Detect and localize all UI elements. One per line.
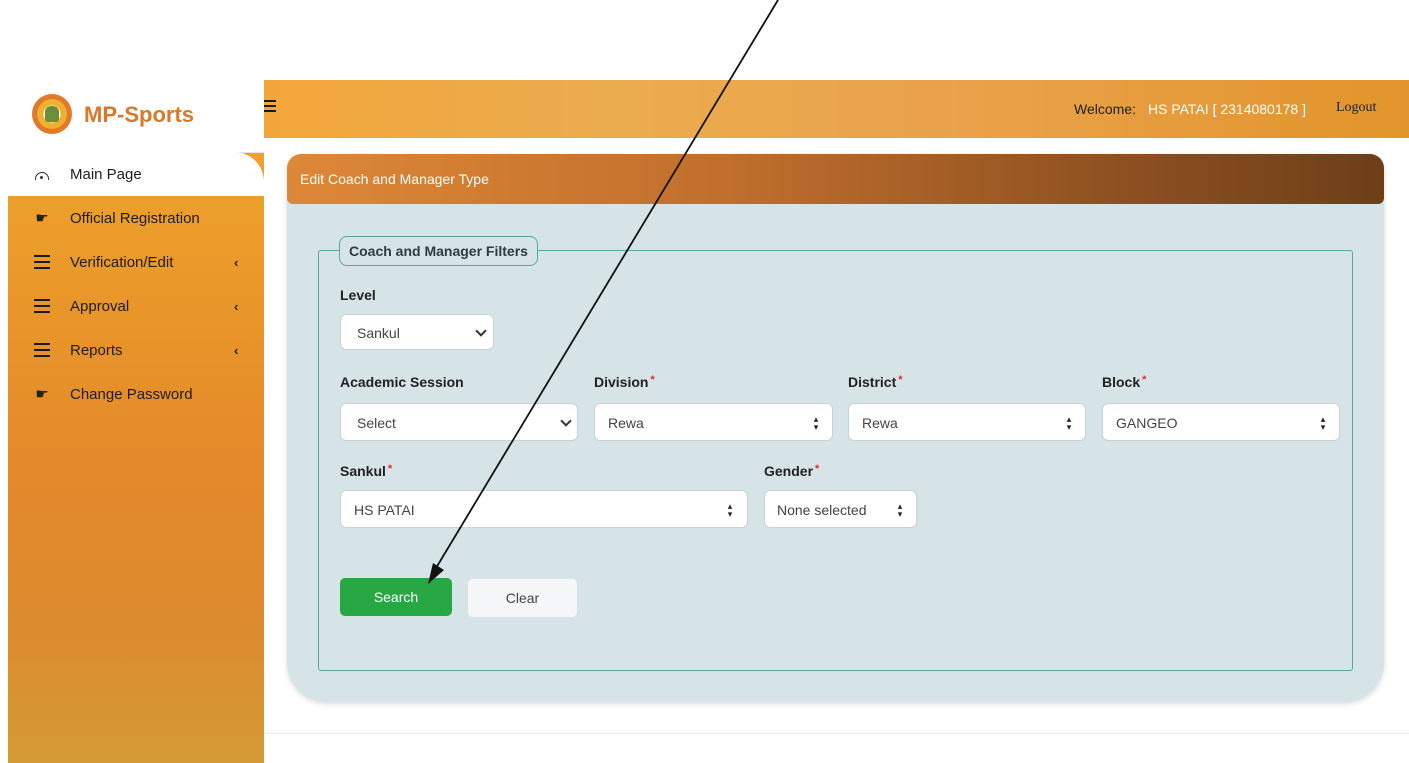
- level-label: Level: [340, 287, 376, 303]
- pointing-hand-icon: ☛: [35, 386, 49, 403]
- sankul-value: HS PATAI: [354, 502, 415, 518]
- sidebar: MP-Sports Main Page ☛ Official Registrat…: [8, 80, 264, 763]
- level-value: Sankul: [357, 325, 400, 341]
- sankul-label: Sankul *: [340, 463, 393, 479]
- logout-link[interactable]: Logout: [1336, 100, 1376, 116]
- block-select[interactable]: GANGEO ▴ ▾: [1102, 403, 1340, 441]
- sankul-select[interactable]: HS PATAI ▴ ▾: [340, 490, 748, 528]
- level-select[interactable]: Sankul: [340, 314, 494, 350]
- block-label: Block *: [1102, 374, 1147, 390]
- pointing-hand-icon: ☛: [35, 210, 49, 227]
- footer-divider: [264, 733, 1409, 734]
- sidebar-item-official-registration[interactable]: ☛ Official Registration: [8, 196, 264, 240]
- sidebar-item-label: Change Password: [70, 385, 193, 403]
- chevron-left-icon: ‹: [234, 342, 239, 358]
- sidebar-item-label: Official Registration: [70, 209, 200, 227]
- updown-arrow-icon: ▴ ▾: [727, 501, 733, 519]
- sidebar-item-label: Reports: [70, 341, 123, 359]
- page-title: Edit Coach and Manager Type: [300, 171, 489, 187]
- sidebar-item-approval[interactable]: Approval ‹: [8, 284, 264, 328]
- sidebar-item-change-password[interactable]: ☛ Change Password: [8, 372, 264, 416]
- gender-value: None selected: [777, 502, 867, 518]
- sidebar-item-verification-edit[interactable]: Verification/Edit ‹: [8, 240, 264, 284]
- menu-toggle-icon[interactable]: [264, 100, 278, 112]
- filters-legend: Coach and Manager Filters: [339, 236, 538, 266]
- welcome-user: HS PATAI [ 2314080178 ]: [1148, 101, 1306, 117]
- sidebar-item-reports[interactable]: Reports ‹: [8, 328, 264, 372]
- sidebar-item-main-page[interactable]: Main Page: [8, 152, 264, 196]
- academic-session-value: Select: [357, 415, 396, 431]
- sidebar-item-label: Verification/Edit: [70, 253, 174, 271]
- block-value: GANGEO: [1116, 415, 1178, 431]
- division-value: Rewa: [608, 415, 644, 431]
- brand[interactable]: MP-Sports: [8, 80, 264, 153]
- welcome-label: Welcome:: [1074, 101, 1136, 117]
- search-button[interactable]: Search: [340, 578, 452, 616]
- district-select[interactable]: Rewa ▴ ▾: [848, 403, 1086, 441]
- card-header: Edit Coach and Manager Type: [287, 154, 1384, 204]
- updown-arrow-icon: ▴ ▾: [1320, 414, 1326, 432]
- clear-button[interactable]: Clear: [468, 579, 577, 617]
- top-bar: Welcome: HS PATAI [ 2314080178 ] Logout: [264, 80, 1409, 138]
- brand-name: MP-Sports: [84, 102, 194, 127]
- division-select[interactable]: Rewa ▴ ▾: [594, 403, 833, 441]
- academic-session-label: Academic Session: [340, 374, 464, 390]
- chevron-left-icon: ‹: [234, 298, 239, 314]
- chevron-down-icon: [475, 325, 487, 337]
- chevron-left-icon: ‹: [234, 254, 239, 270]
- academic-session-select[interactable]: Select: [340, 403, 578, 441]
- chevron-down-icon: [560, 415, 572, 427]
- updown-arrow-icon: ▴ ▾: [813, 414, 819, 432]
- list-icon: [32, 299, 52, 313]
- gender-label: Gender *: [764, 463, 820, 479]
- edit-coach-card: Edit Coach and Manager Type Coach and Ma…: [287, 154, 1384, 702]
- district-value: Rewa: [862, 415, 898, 431]
- list-icon: [32, 255, 52, 269]
- updown-arrow-icon: ▴ ▾: [1066, 414, 1072, 432]
- sidebar-item-label: Main Page: [70, 165, 142, 183]
- brand-logo-icon: [32, 94, 72, 134]
- division-label: Division *: [594, 374, 655, 390]
- gauge-icon: [32, 170, 52, 180]
- sidebar-item-label: Approval: [70, 297, 130, 315]
- district-label: District *: [848, 374, 903, 390]
- list-icon: [32, 343, 52, 357]
- updown-arrow-icon: ▴ ▾: [897, 501, 903, 519]
- sidebar-nav: Main Page ☛ Official Registration Verifi…: [8, 152, 264, 416]
- gender-multiselect[interactable]: None selected ▴ ▾: [764, 490, 917, 528]
